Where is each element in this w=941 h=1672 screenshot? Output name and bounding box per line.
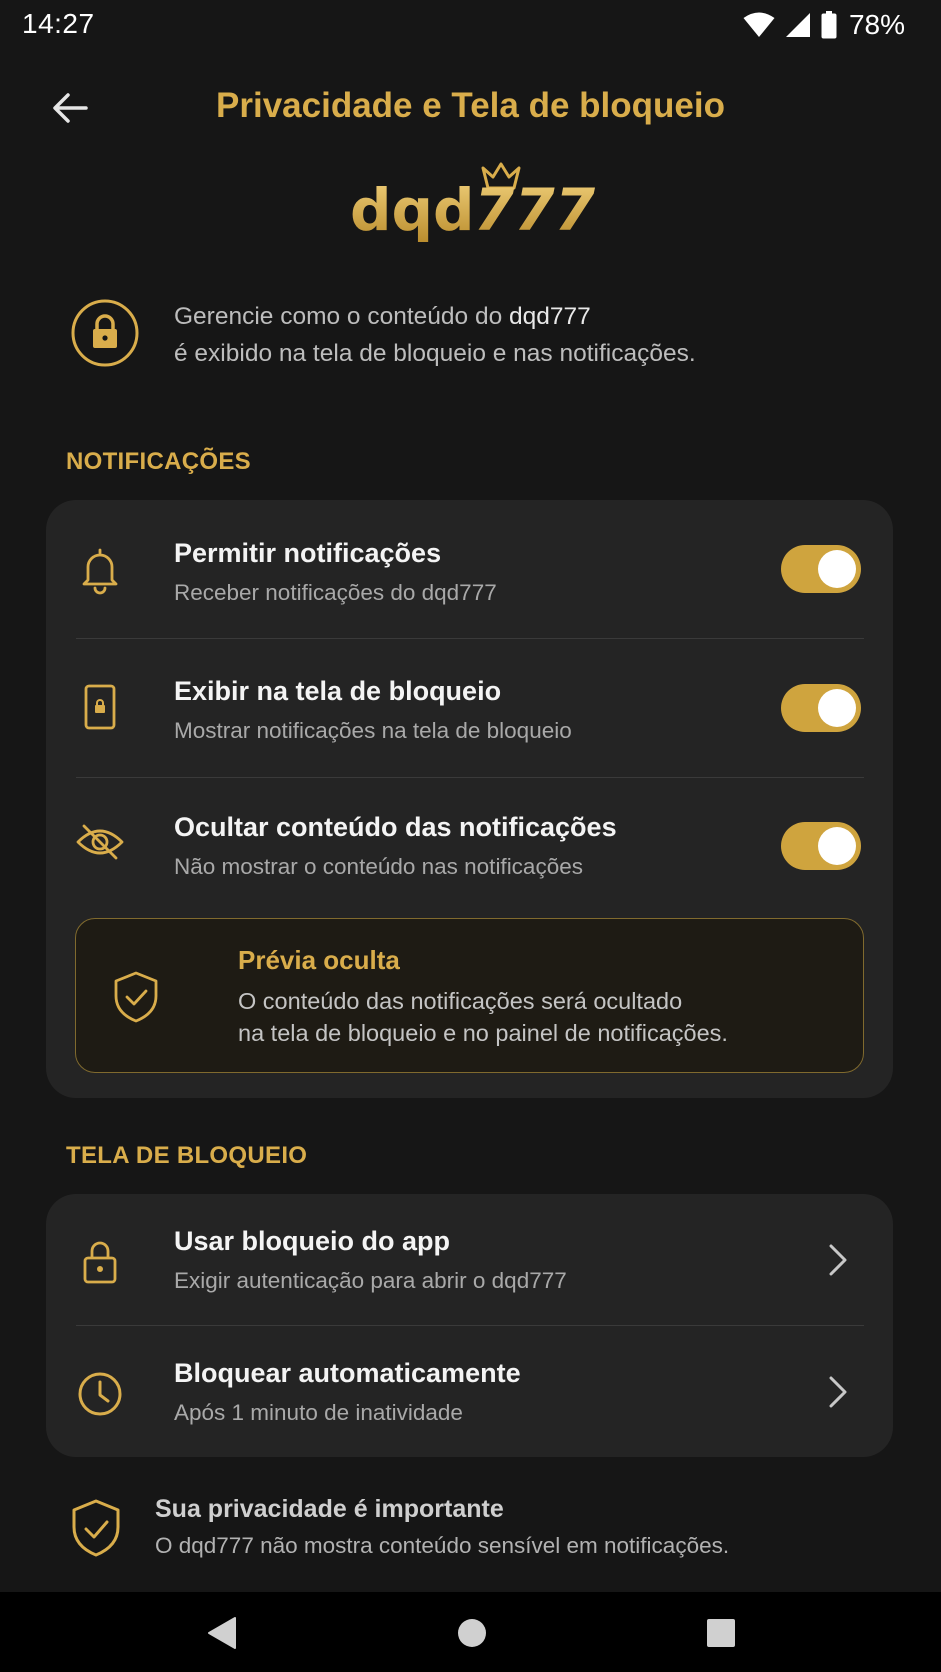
clock-icon bbox=[78, 1372, 122, 1416]
logo-text-dqd: dqd bbox=[352, 176, 475, 244]
intro-line-1: Gerencie como o conteúdo do dqd777 bbox=[174, 298, 894, 335]
toggle-knob bbox=[818, 827, 856, 865]
status-time: 14:27 bbox=[22, 8, 95, 39]
section-label-notifications: NOTIFICAÇÕES bbox=[66, 448, 251, 475]
toggle-show-on-lockscreen[interactable] bbox=[781, 684, 861, 732]
back-triangle-icon[interactable] bbox=[199, 1610, 245, 1656]
row-auto-lock[interactable]: Bloquear automaticamente Após 1 minuto d… bbox=[46, 1326, 893, 1457]
preview-body: O conteúdo das notificações será ocultad… bbox=[238, 985, 848, 1049]
preview-line-2: na tela de bloqueio e no painel de notif… bbox=[238, 1020, 728, 1046]
row-subtitle: Receber notificações do dqd777 bbox=[174, 580, 497, 605]
row-show-on-lockscreen[interactable]: Exibir na tela de bloqueio Mostrar notif… bbox=[46, 639, 893, 777]
wifi-icon bbox=[743, 12, 775, 37]
footer-subtitle: O dqd777 não mostra conteúdo sensível em… bbox=[155, 1533, 730, 1558]
shield-check-icon bbox=[72, 1499, 120, 1557]
home-circle-icon[interactable] bbox=[449, 1610, 495, 1656]
intro-brand-name: dqd777 bbox=[509, 303, 591, 330]
row-subtitle: Exigir autenticação para abrir o dqd777 bbox=[174, 1268, 567, 1293]
toggle-knob bbox=[818, 550, 856, 588]
padlock-icon bbox=[83, 1241, 117, 1284]
hidden-preview-notice: Prévia oculta O conteúdo das notificaçõe… bbox=[75, 918, 864, 1073]
page-title: Privacidade e Tela de bloqueio bbox=[216, 86, 725, 125]
bell-icon bbox=[82, 548, 118, 595]
row-title: Bloquear automaticamente bbox=[174, 1358, 521, 1388]
footer-title: Sua privacidade é importante bbox=[155, 1495, 504, 1523]
status-icons: 78% bbox=[743, 8, 905, 42]
toggle-hide-notification-content[interactable] bbox=[781, 822, 861, 870]
row-allow-notifications[interactable]: Permitir notificações Receber notificaçõ… bbox=[46, 500, 893, 638]
row-title: Usar bloqueio do app bbox=[174, 1226, 451, 1256]
toggle-allow-notifications[interactable] bbox=[781, 545, 861, 593]
chevron-right-icon bbox=[829, 1244, 847, 1276]
status-bar: 14:27 78% bbox=[0, 0, 941, 52]
screen: 14:27 78% Privacidade e Tela de bloqueio bbox=[0, 0, 941, 1672]
row-title: Permitir notificações bbox=[174, 538, 442, 568]
row-subtitle: Mostrar notificações na tela de bloqueio bbox=[174, 718, 572, 743]
signal-icon bbox=[785, 13, 810, 37]
recents-square-icon[interactable] bbox=[698, 1610, 744, 1656]
notifications-card: Permitir notificações Receber notificaçõ… bbox=[46, 500, 893, 1098]
battery-percentage: 78% bbox=[848, 9, 905, 40]
intro-line-2: é exibido na tela de bloqueio e nas noti… bbox=[174, 340, 696, 367]
row-subtitle: Após 1 minuto de inatividade bbox=[174, 1400, 463, 1425]
row-title: Exibir na tela de bloqueio bbox=[174, 676, 502, 706]
toggle-knob bbox=[818, 689, 856, 727]
system-nav-bar bbox=[0, 1592, 941, 1672]
row-subtitle: Não mostrar o conteúdo nas notificações bbox=[174, 854, 583, 879]
logo-text-777: 777 bbox=[474, 176, 596, 244]
preview-title: Prévia oculta bbox=[238, 945, 400, 975]
shield-check-icon bbox=[114, 971, 158, 1023]
row-app-lock[interactable]: Usar bloqueio do app Exigir autenticação… bbox=[46, 1194, 893, 1325]
lock-icon bbox=[70, 298, 140, 368]
section-label-lockscreen: TELA DE BLOQUEIO bbox=[66, 1142, 308, 1169]
preview-line-1: O conteúdo das notificações será ocultad… bbox=[238, 988, 683, 1014]
intro-line-1-text: Gerencie como o conteúdo do bbox=[174, 303, 510, 330]
intro-description: Gerencie como o conteúdo do dqd777 é exi… bbox=[174, 298, 894, 372]
row-hide-notification-content[interactable]: Ocultar conteúdo das notificações Não mo… bbox=[46, 778, 893, 916]
phone-lock-icon bbox=[84, 684, 116, 730]
brand-logo: dqd 777 bbox=[350, 160, 597, 260]
chevron-right-icon bbox=[829, 1376, 847, 1408]
eye-off-icon bbox=[76, 824, 124, 860]
brand-logo-graphic: dqd 777 bbox=[350, 162, 596, 244]
battery-icon bbox=[821, 11, 837, 39]
lockscreen-card: Usar bloqueio do app Exigir autenticação… bbox=[46, 1194, 893, 1457]
row-title: Ocultar conteúdo das notificações bbox=[174, 812, 617, 842]
